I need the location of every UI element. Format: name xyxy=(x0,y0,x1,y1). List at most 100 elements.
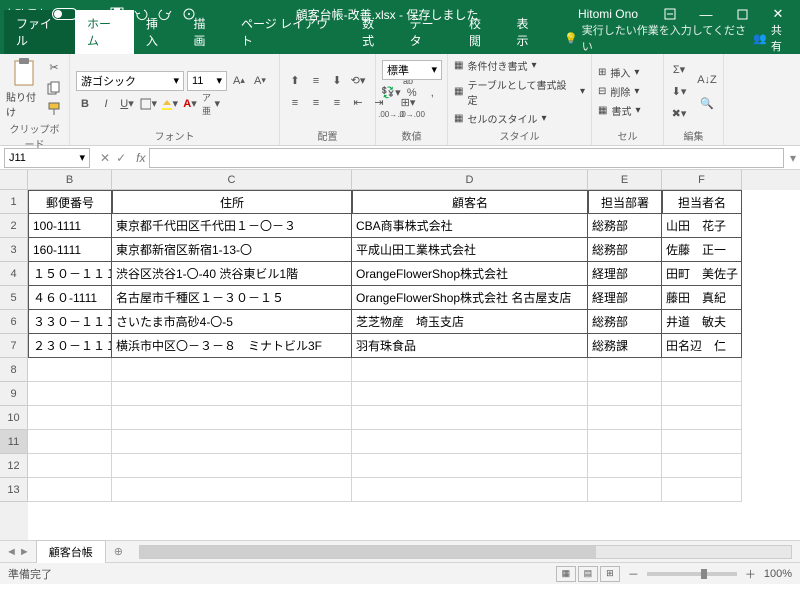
cell[interactable] xyxy=(112,478,352,502)
share-button[interactable]: 👥 共有 xyxy=(753,22,792,54)
fill-color-button[interactable]: ▾ xyxy=(160,95,178,113)
zoom-slider[interactable] xyxy=(647,572,737,576)
autosum-icon[interactable]: Σ▾ xyxy=(670,61,688,79)
format-painter-icon[interactable] xyxy=(45,100,63,118)
inc-decimal-icon[interactable]: .00→.0 xyxy=(382,106,400,124)
copy-icon[interactable] xyxy=(45,79,63,97)
align-right-icon[interactable]: ≡ xyxy=(328,94,346,112)
row-header[interactable]: 8 xyxy=(0,358,28,382)
select-all-corner[interactable] xyxy=(0,170,28,190)
cell[interactable]: さいたま市高砂4-〇-5 xyxy=(112,310,352,334)
phonetic-icon[interactable]: ア亜▾ xyxy=(202,95,220,113)
row-header[interactable]: 7 xyxy=(0,334,28,358)
row-header[interactable]: 10 xyxy=(0,406,28,430)
cell[interactable] xyxy=(588,454,662,478)
increase-font-icon[interactable]: A▴ xyxy=(230,72,248,90)
row-header[interactable]: 6 xyxy=(0,310,28,334)
currency-icon[interactable]: 💱▾ xyxy=(382,84,400,102)
row-header[interactable]: 2 xyxy=(0,214,28,238)
find-icon[interactable]: 🔍 xyxy=(696,95,718,113)
conditional-format-button[interactable]: ▦条件付き書式▾ xyxy=(454,58,585,73)
cell[interactable]: 羽有珠食品 xyxy=(352,334,588,358)
cell[interactable] xyxy=(28,358,112,382)
name-box[interactable]: J11▾ xyxy=(4,148,90,168)
align-top-icon[interactable]: ⬆ xyxy=(286,72,304,90)
enter-formula-icon[interactable]: ✓ xyxy=(116,151,126,165)
cell[interactable] xyxy=(28,406,112,430)
underline-button[interactable]: U▾ xyxy=(118,95,136,113)
tab-home[interactable]: ホーム xyxy=(75,10,134,54)
tab-formulas[interactable]: 数式 xyxy=(350,10,398,54)
align-left-icon[interactable]: ≡ xyxy=(286,94,304,112)
align-bottom-icon[interactable]: ⬇ xyxy=(328,72,346,90)
zoom-level[interactable]: 100% xyxy=(764,568,792,580)
italic-button[interactable]: I xyxy=(97,95,115,113)
cell[interactable] xyxy=(352,478,588,502)
cell[interactable]: 郵便番号 xyxy=(28,190,112,214)
cell[interactable] xyxy=(662,430,742,454)
tab-draw[interactable]: 描画 xyxy=(182,10,230,54)
horizontal-scrollbar[interactable] xyxy=(139,545,792,559)
tab-data[interactable]: データ xyxy=(398,10,457,54)
cell[interactable]: 藤田 真紀 xyxy=(662,286,742,310)
cell[interactable] xyxy=(588,382,662,406)
cell[interactable]: 総務課 xyxy=(588,334,662,358)
cell[interactable]: 担当部署 xyxy=(588,190,662,214)
cell-styles-button[interactable]: ▦セルのスタイル▾ xyxy=(454,111,585,126)
cell[interactable]: 住所 xyxy=(112,190,352,214)
cells-area[interactable]: 郵便番号住所顧客名担当部署担当者名 100-1111東京都千代田区千代田１－〇－３… xyxy=(28,190,800,540)
delete-cells-button[interactable]: ⊟削除▾ xyxy=(598,84,640,99)
cell[interactable]: ３３０－１１１１ xyxy=(28,310,112,334)
dec-decimal-icon[interactable]: .0→.00 xyxy=(403,106,421,124)
cell[interactable]: 横浜市中区〇－３－８ ミナトビル3F xyxy=(112,334,352,358)
cell[interactable] xyxy=(662,358,742,382)
cell[interactable]: OrangeFlowerShop株式会社 名古屋支店 xyxy=(352,286,588,310)
cell[interactable]: 山田 花子 xyxy=(662,214,742,238)
cell[interactable]: 顧客名 xyxy=(352,190,588,214)
orientation-icon[interactable]: ⟲▾ xyxy=(349,72,367,90)
cell[interactable]: 田町 美佐子 xyxy=(662,262,742,286)
clear-icon[interactable]: ✖▾ xyxy=(670,105,688,123)
percent-icon[interactable]: % xyxy=(403,84,421,102)
row-header[interactable]: 9 xyxy=(0,382,28,406)
cell[interactable] xyxy=(112,430,352,454)
cell[interactable] xyxy=(28,430,112,454)
tell-me-search[interactable]: 💡 実行したい作業を入力してください xyxy=(564,22,753,54)
cell[interactable]: 芝芝物産 埼玉支店 xyxy=(352,310,588,334)
row-header[interactable]: 4 xyxy=(0,262,28,286)
tab-insert[interactable]: 挿入 xyxy=(134,10,182,54)
fx-icon[interactable]: fx xyxy=(136,151,145,165)
cell[interactable] xyxy=(662,382,742,406)
cell[interactable]: 東京都千代田区千代田１－〇－３ xyxy=(112,214,352,238)
cell[interactable]: 経理部 xyxy=(588,262,662,286)
sheet-tab[interactable]: 顧客台帳 xyxy=(36,540,106,563)
row-header[interactable]: 12 xyxy=(0,454,28,478)
indent-dec-icon[interactable]: ⇤ xyxy=(349,94,367,112)
tab-view[interactable]: 表示 xyxy=(504,10,552,54)
cell[interactable]: 田名辺 仁 xyxy=(662,334,742,358)
user-name[interactable]: Hitomi Ono xyxy=(578,7,638,21)
number-format-select[interactable]: 標準▾ xyxy=(382,60,442,80)
align-middle-icon[interactable]: ≡ xyxy=(307,72,325,90)
cell[interactable]: 佐藤 正一 xyxy=(662,238,742,262)
paste-button[interactable]: 貼り付け xyxy=(6,57,41,119)
row-header[interactable]: 3 xyxy=(0,238,28,262)
format-cells-button[interactable]: ▦書式▾ xyxy=(598,103,640,118)
cell[interactable]: ４６０-1111 xyxy=(28,286,112,310)
cut-icon[interactable]: ✂ xyxy=(45,58,63,76)
cell[interactable]: 担当者名 xyxy=(662,190,742,214)
cell[interactable] xyxy=(352,382,588,406)
insert-cells-button[interactable]: ⊞挿入▾ xyxy=(598,65,640,80)
cell[interactable]: OrangeFlowerShop株式会社 xyxy=(352,262,588,286)
tab-layout[interactable]: ページ レイアウト xyxy=(229,10,350,54)
cell[interactable]: 100-1111 xyxy=(28,214,112,238)
cell[interactable]: ２３０－１１１１ xyxy=(28,334,112,358)
cell[interactable]: 平成山田工業株式会社 xyxy=(352,238,588,262)
expand-formula-icon[interactable]: ▾ xyxy=(790,151,796,165)
cell[interactable] xyxy=(662,478,742,502)
cell[interactable]: CBA商事株式会社 xyxy=(352,214,588,238)
format-as-table-button[interactable]: ▦テーブルとして書式設定▾ xyxy=(454,77,585,107)
col-header[interactable]: F xyxy=(662,170,742,190)
tab-review[interactable]: 校閲 xyxy=(457,10,505,54)
zoom-in-button[interactable]: ＋ xyxy=(745,566,756,582)
